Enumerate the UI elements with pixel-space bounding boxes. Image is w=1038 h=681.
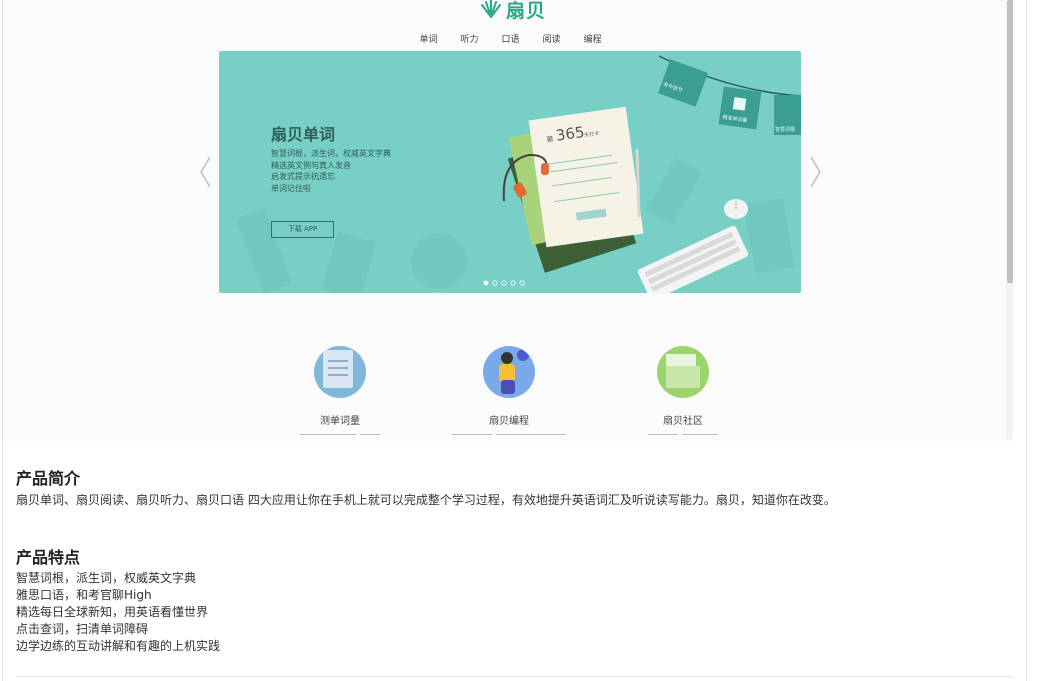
feature-coding[interactable]: 扇贝编程: [449, 346, 569, 438]
preview-scrollbar-thumb[interactable]: [1007, 0, 1013, 283]
carousel-dot: [501, 280, 507, 286]
hero-description: 智慧词根，派生词，权威英文字典 精选英文例句真人发音 启发式提示抗遗忘 单词记住…: [271, 148, 391, 194]
hero-title: 扇贝单词: [271, 125, 336, 144]
bottom-divider: [16, 676, 1012, 677]
nav-item-words[interactable]: 单词: [408, 32, 449, 45]
logo[interactable]: 扇贝: [480, 0, 546, 22]
hanging-tag-3: 智慧词根: [774, 95, 801, 135]
hero-line: 精选英文例句真人发音: [271, 160, 351, 170]
nav-item-reading[interactable]: 阅读: [531, 32, 572, 45]
feature-vocab-test[interactable]: 测单词量: [280, 346, 400, 438]
hero-line: 智慧词根，派生词，权威英文字典: [271, 149, 391, 158]
top-nav: 单词 听力 口语 阅读 编程: [408, 32, 613, 45]
feature-item: 雅思口语，和考官聊High: [16, 588, 152, 602]
vocab-test-icon: [314, 346, 366, 398]
nav-item-speaking[interactable]: 口语: [490, 32, 531, 45]
feature-label: 扇贝编程: [489, 416, 529, 427]
shell-logo-icon: [481, 0, 501, 18]
hanging-tag-1: 发布音节: [658, 59, 708, 107]
community-icon: [657, 346, 709, 398]
carousel-next-arrow-icon[interactable]: [809, 155, 823, 189]
download-app-button[interactable]: 下载 APP: [271, 221, 334, 238]
carousel-dot: [519, 280, 525, 286]
feature-item: 点击查词，扫清单词障碍: [16, 622, 149, 636]
feature-label: 测单词量: [320, 416, 360, 427]
features-title: 产品特点: [16, 548, 81, 567]
coding-icon: [483, 346, 535, 398]
nav-item-coding[interactable]: 编程: [572, 32, 613, 45]
feature-community[interactable]: 扇贝社区: [623, 346, 743, 438]
carousel-dots: [483, 280, 525, 286]
feature-label: 扇贝社区: [663, 416, 703, 427]
logo-text: 扇贝: [506, 0, 547, 22]
carousel-dot: [492, 280, 498, 286]
feature-item: 智慧词根，派生词，权威英文字典: [16, 571, 197, 585]
hero-line: 启发式提示抗遗忘: [271, 172, 335, 181]
card-prefix: 第: [546, 134, 554, 144]
tag-label: 智慧词根: [775, 126, 795, 133]
feature-item: 精选每日全球新知，用英语看懂世界: [16, 605, 209, 619]
screenshot-preview: 扇贝 单词 听力 口语 阅读 编程 发布音节 精准单词量 智慧词根 第 365 …: [3, 0, 1013, 441]
nav-item-listening[interactable]: 听力: [449, 32, 490, 45]
feature-item: 边学边练的互动讲解和有趣的上机实践: [16, 639, 221, 653]
features-list: 智慧词根，派生词，权威英文字典 雅思口语，和考官聊High 精选每日全球新知，用…: [16, 570, 220, 655]
carousel-prev-arrow-icon[interactable]: [198, 155, 212, 189]
hero-banner[interactable]: 发布音节 精准单词量 智慧词根 第 365 天打卡 扇贝单词 智慧词根，派生词，…: [219, 51, 801, 293]
carousel-dot: [510, 280, 516, 286]
intro-title: 产品简介: [16, 469, 81, 488]
hanging-tag-2: 精准单词量: [718, 86, 762, 130]
carousel-dot-active: [483, 280, 489, 286]
intro-text: 扇贝单词、扇贝阅读、扇贝听力、扇贝口语 四大应用让你在手机上就可以完成整个学习过…: [16, 493, 836, 507]
hero-line: 单词记住啦: [271, 183, 311, 193]
